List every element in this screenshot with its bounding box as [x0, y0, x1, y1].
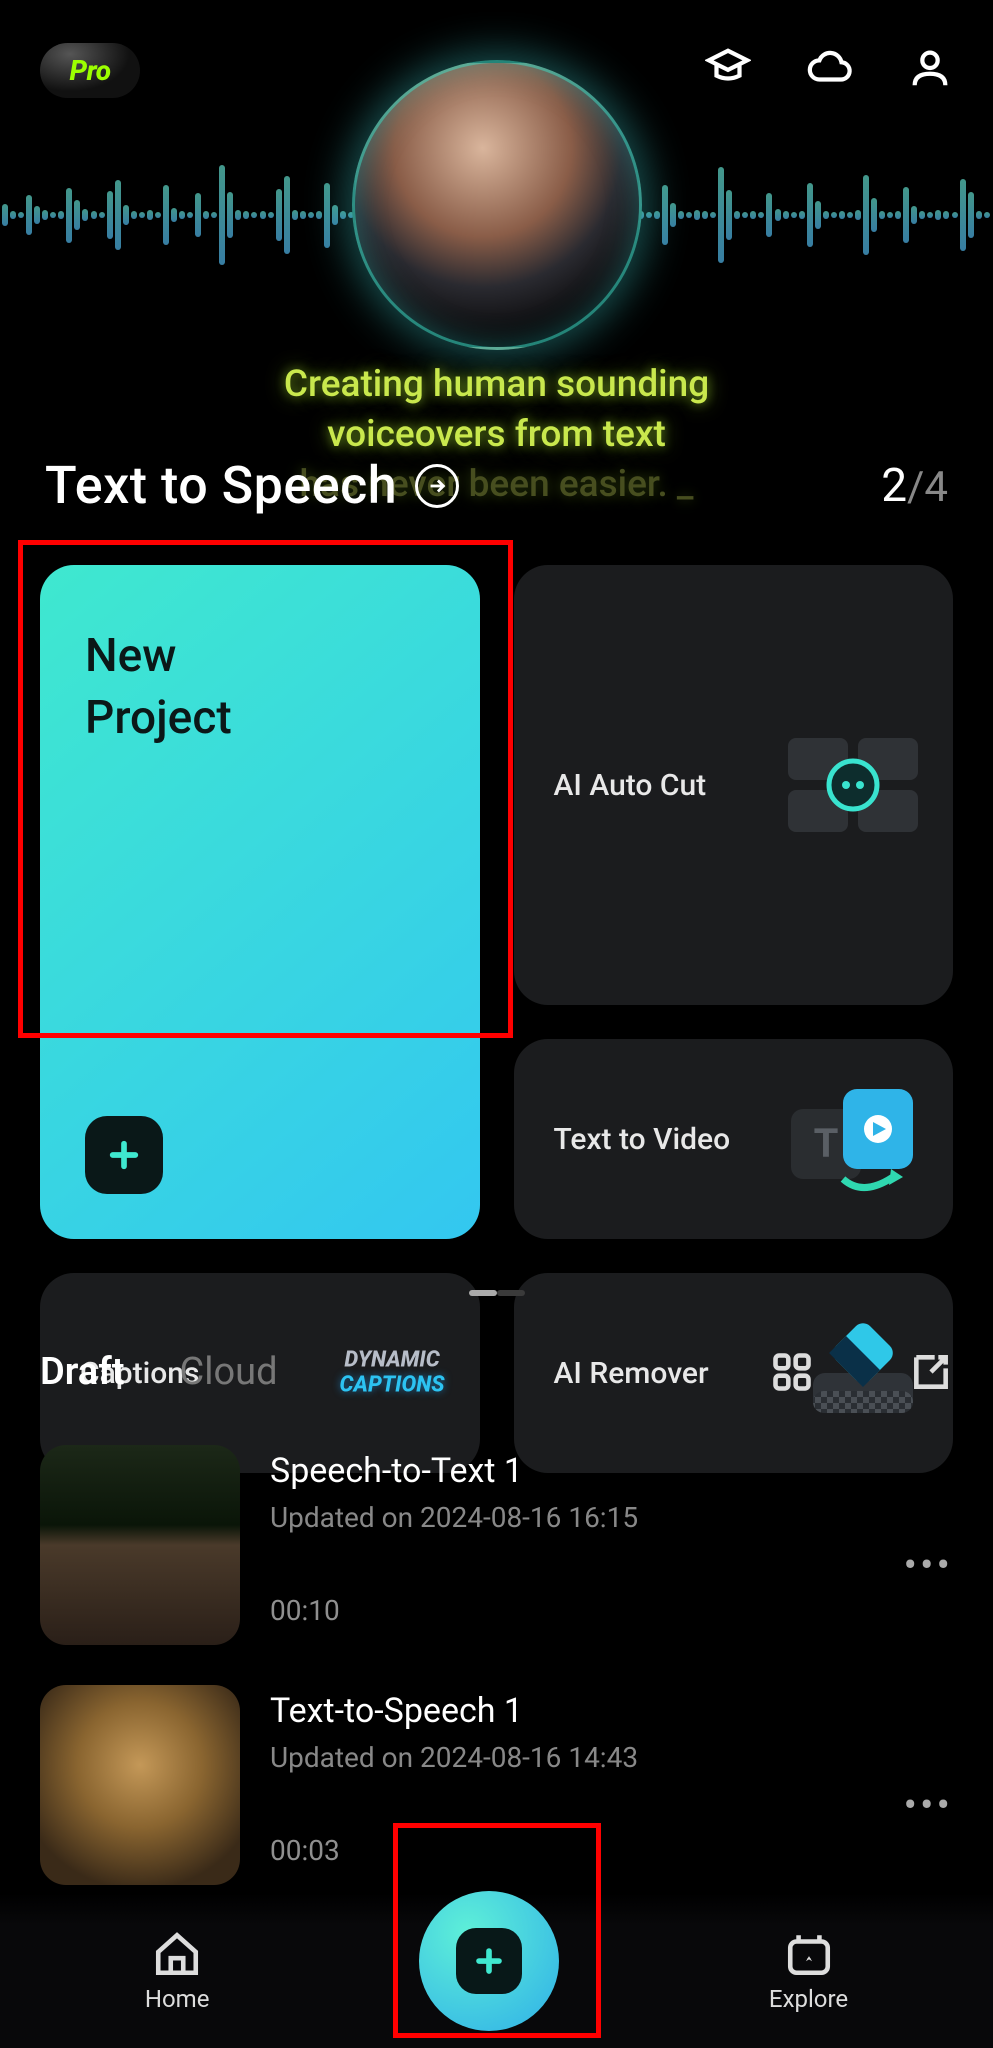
pro-badge-label: Pro: [69, 54, 110, 87]
page-total: 4: [924, 463, 948, 512]
draft-item[interactable]: Speech-to-Text 1 Updated on 2024-08-16 1…: [40, 1445, 953, 1685]
page-current: 2: [881, 459, 907, 513]
plus-icon: [456, 1928, 522, 1994]
profile-icon[interactable]: [907, 45, 953, 95]
feature-cards-grid: New Project AI Auto Cut Text to Video: [40, 565, 953, 1473]
feature-title-row: Text to Speech 2/4: [0, 455, 993, 516]
more-icon[interactable]: •••: [904, 1782, 954, 1829]
draft-thumbnail: [40, 1685, 240, 1885]
nav-home[interactable]: Home: [145, 1929, 210, 2013]
learn-icon[interactable]: [705, 45, 751, 95]
new-project-label: New Project: [85, 625, 232, 749]
ai-auto-cut-icon: [783, 730, 923, 840]
ai-auto-cut-label: AI Auto Cut: [554, 768, 707, 803]
draft-subtitle: Updated on 2024-08-16 16:15: [270, 1501, 953, 1534]
feature-title-text: Text to Speech: [45, 455, 397, 516]
cloud-icon[interactable]: [806, 45, 852, 95]
new-project-card[interactable]: New Project: [40, 565, 480, 1239]
create-fab[interactable]: [419, 1891, 559, 2031]
arrow-right-icon: [415, 464, 459, 508]
bottom-nav: Home Explore: [0, 1893, 993, 2048]
tab-cloud[interactable]: Cloud: [179, 1350, 277, 1394]
text-to-video-label: Text to Video: [554, 1122, 731, 1157]
pro-badge[interactable]: Pro: [40, 43, 140, 98]
ai-auto-cut-card[interactable]: AI Auto Cut: [514, 565, 954, 1005]
draft-duration: 00:03: [270, 1834, 953, 1867]
nav-explore-label: Explore: [769, 1985, 848, 2013]
top-icon-group: [705, 45, 953, 95]
grid-view-icon[interactable]: [770, 1350, 814, 1394]
draft-duration: 00:10: [270, 1594, 953, 1627]
draft-title: Text-to-Speech 1: [270, 1691, 953, 1731]
draft-thumbnail: [40, 1445, 240, 1645]
svg-text:T: T: [814, 1120, 839, 1167]
nav-home-label: Home: [145, 1985, 210, 2013]
explore-icon: [784, 1929, 834, 1979]
draft-subtitle: Updated on 2024-08-16 14:43: [270, 1741, 953, 1774]
home-icon: [152, 1929, 202, 1979]
draft-info: Speech-to-Text 1 Updated on 2024-08-16 1…: [270, 1445, 953, 1627]
draft-list: Speech-to-Text 1 Updated on 2024-08-16 1…: [40, 1445, 953, 1925]
draft-title: Speech-to-Text 1: [270, 1451, 953, 1491]
edit-icon[interactable]: [909, 1350, 953, 1394]
hero-line2: voiceovers from text: [327, 413, 666, 456]
tab-draft[interactable]: Draft: [40, 1350, 124, 1394]
draft-info: Text-to-Speech 1 Updated on 2024-08-16 1…: [270, 1685, 953, 1867]
draft-item[interactable]: Text-to-Speech 1 Updated on 2024-08-16 1…: [40, 1685, 953, 1925]
top-bar: Pro: [0, 30, 993, 110]
more-icon[interactable]: •••: [904, 1542, 954, 1589]
feature-title[interactable]: Text to Speech: [45, 455, 459, 516]
text-to-video-icon: T: [783, 1079, 923, 1199]
page-counter: 2/4: [881, 459, 948, 513]
drafts-tab-row: Draft Cloud: [40, 1350, 953, 1394]
hero-line1: Creating human sounding: [284, 363, 709, 406]
pager-dots: [469, 1290, 525, 1296]
text-to-video-card[interactable]: Text to Video T: [514, 1039, 954, 1239]
plus-icon: [85, 1116, 163, 1194]
nav-explore[interactable]: Explore: [769, 1929, 848, 2013]
